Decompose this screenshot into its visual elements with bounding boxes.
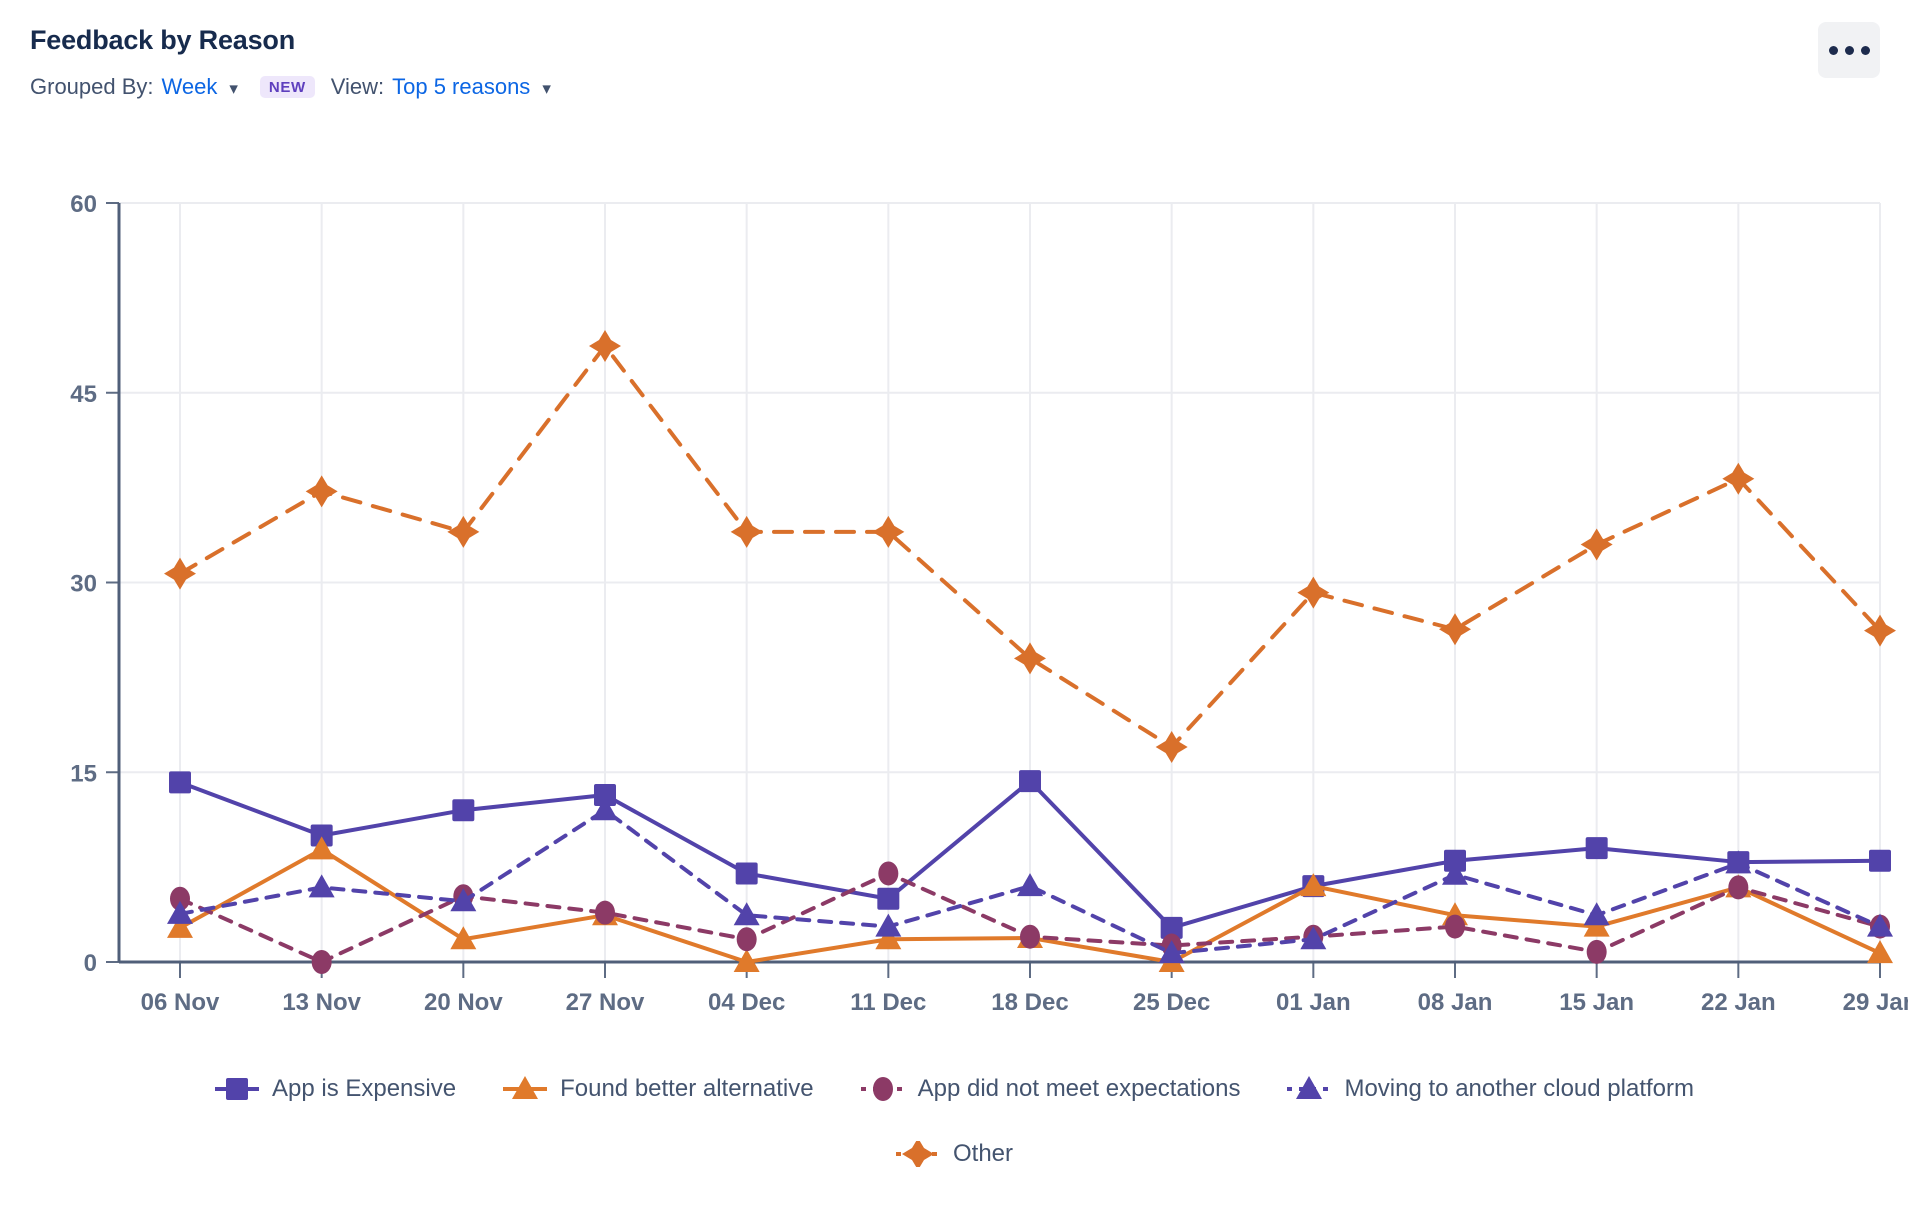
data-point-marker-circle[interactable] bbox=[311, 950, 332, 974]
data-point-marker-square[interactable] bbox=[225, 1078, 248, 1100]
legend-symbol-star bbox=[895, 1141, 940, 1167]
chevron-down-icon-view[interactable]: ▾ bbox=[542, 79, 551, 99]
x-axis-tick-label: 29 Jan bbox=[1843, 989, 1908, 1016]
chevron-down-icon-grouped-by[interactable]: ▾ bbox=[229, 79, 238, 99]
legend-symbol-circle bbox=[860, 1077, 905, 1101]
x-axis-tick-label: 25 Dec bbox=[1133, 989, 1210, 1016]
data-point-marker-circle[interactable] bbox=[1728, 875, 1749, 900]
x-axis-tick-label: 22 Jan bbox=[1701, 989, 1776, 1016]
x-axis-tick-label: 18 Dec bbox=[991, 989, 1068, 1016]
view-label: View: bbox=[330, 74, 385, 100]
line-chart: 0 15 30 45 60 06 Nov 13 Nov 20 Nov 27 Nov 04 Dec 1… bbox=[0, 150, 1908, 1030]
ellipsis-dot-icon bbox=[1860, 45, 1870, 55]
data-point-marker-square[interactable] bbox=[1869, 849, 1891, 872]
data-point-marker-circle[interactable] bbox=[595, 900, 615, 925]
x-axis-tick-label: 04 Dec bbox=[708, 989, 785, 1016]
data-point-marker-star[interactable] bbox=[901, 1141, 934, 1167]
data-point-marker-square[interactable] bbox=[877, 887, 900, 910]
status-badge-new: NEW bbox=[259, 76, 315, 99]
chart-legend: App is Expensive Found better alternative… bbox=[0, 1075, 1908, 1103]
legend-item-label: Other bbox=[952, 1140, 1014, 1167]
chart-svg: 0 15 30 45 60 06 Nov 13 Nov 20 Nov 27 Nov 04 Dec 1… bbox=[70, 191, 1908, 1016]
legend-item-other[interactable]: Other bbox=[895, 1140, 1013, 1168]
data-point-marker-circle[interactable] bbox=[1020, 924, 1040, 949]
feedback-by-reason-card: Feedback by Reason Grouped By: Week ▾ NE… bbox=[0, 0, 1908, 1224]
data-point-marker-star[interactable] bbox=[1439, 613, 1471, 646]
data-point-marker-star[interactable] bbox=[1580, 528, 1613, 561]
y-axis-tick-label: 60 bbox=[70, 191, 97, 218]
legend-item-label: Found better alternative bbox=[560, 1075, 814, 1102]
data-point-marker-star[interactable] bbox=[1155, 730, 1188, 763]
view-value[interactable]: Top 5 reasons bbox=[392, 74, 530, 100]
legend-item-app-is-expensive[interactable]: App is Expensive bbox=[214, 1075, 456, 1103]
data-point-marker-circle[interactable] bbox=[1586, 939, 1607, 964]
ellipsis-dot-icon bbox=[1844, 45, 1854, 55]
legend-item-label: Moving to another cloud platform bbox=[1344, 1075, 1694, 1102]
legend-item-app-did-not-meet-expectations[interactable]: App did not meet expectations bbox=[860, 1075, 1241, 1103]
data-point-marker-star[interactable] bbox=[447, 515, 480, 548]
data-point-marker-square[interactable] bbox=[1019, 770, 1041, 793]
data-point-marker-circle[interactable] bbox=[1445, 914, 1465, 939]
legend-item-moving-to-another-cloud-platform[interactable]: Moving to another cloud platform bbox=[1286, 1075, 1694, 1103]
x-axis-tick-label: 15 Jan bbox=[1559, 989, 1634, 1016]
x-axis-tick-label: 08 Jan bbox=[1418, 989, 1493, 1016]
data-point-marker-star[interactable] bbox=[589, 329, 621, 362]
legend-item-label: App did not meet expectations bbox=[917, 1075, 1241, 1102]
data-point-marker-triangle[interactable] bbox=[1867, 940, 1893, 964]
data-point-marker-circle[interactable] bbox=[872, 1077, 893, 1101]
y-axis-tick-label: 45 bbox=[70, 381, 97, 408]
legend-item-found-better-alternative[interactable]: Found better alternative bbox=[502, 1075, 814, 1103]
data-point-marker-square[interactable] bbox=[169, 771, 191, 794]
data-point-marker-triangle[interactable] bbox=[733, 902, 760, 926]
legend-symbol-triangle bbox=[1287, 1076, 1332, 1099]
ellipsis-dot-icon bbox=[1828, 45, 1838, 55]
data-point-marker-star[interactable] bbox=[730, 515, 763, 548]
x-axis-tick-label: 27 Nov bbox=[566, 989, 645, 1016]
chart-legend-row-2: Other bbox=[0, 1140, 1908, 1168]
data-point-marker-triangle[interactable] bbox=[308, 874, 335, 898]
x-axis-tick-label: 11 Dec bbox=[850, 989, 926, 1016]
legend-item-label: App is Expensive bbox=[271, 1075, 457, 1102]
data-point-marker-square[interactable] bbox=[735, 862, 758, 885]
data-point-marker-square[interactable] bbox=[1585, 837, 1608, 860]
legend-symbol-square bbox=[214, 1078, 259, 1100]
x-axis-tick-label: 13 Nov bbox=[282, 989, 361, 1016]
page-title: Feedback by Reason bbox=[30, 25, 296, 55]
card-header: Feedback by Reason Grouped By: Week ▾ NE… bbox=[30, 24, 1878, 100]
chart-controls: Grouped By: Week ▾ NEW View: Top 5 reaso… bbox=[30, 74, 1878, 100]
data-point-marker-circle[interactable] bbox=[878, 861, 899, 886]
x-axis-tick-label: 20 Nov bbox=[424, 989, 503, 1016]
legend-symbol-triangle bbox=[503, 1076, 548, 1099]
x-axis-tick-label: 06 Nov bbox=[141, 989, 220, 1016]
data-point-marker-triangle[interactable] bbox=[1583, 902, 1610, 926]
data-point-marker-star[interactable] bbox=[305, 475, 338, 508]
y-axis-tick-label: 30 bbox=[70, 571, 97, 598]
y-axis-tick-label: 0 bbox=[84, 950, 97, 977]
grouped-by-label: Grouped By: bbox=[30, 74, 154, 100]
data-point-marker-star[interactable] bbox=[164, 557, 196, 590]
grouped-by-value[interactable]: Week bbox=[162, 74, 218, 100]
data-point-marker-square[interactable] bbox=[452, 799, 475, 822]
more-options-button[interactable] bbox=[1818, 22, 1880, 78]
y-axis-tick-label: 15 bbox=[70, 760, 97, 787]
data-point-marker-triangle[interactable] bbox=[1017, 873, 1043, 897]
x-axis-tick-label: 01 Jan bbox=[1276, 989, 1351, 1016]
data-point-marker-circle[interactable] bbox=[736, 927, 757, 952]
